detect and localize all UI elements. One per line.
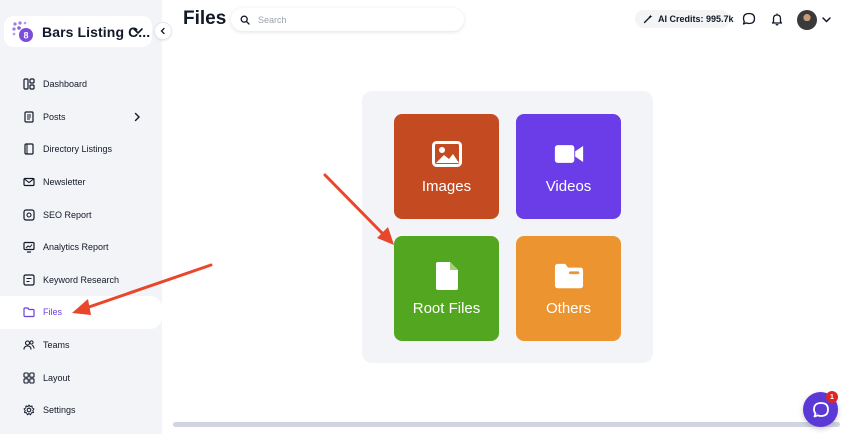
sidebar-nav: Dashboard Posts Directory Listings Newsl… [0,68,162,427]
chevron-down-icon [133,28,143,34]
tile-label: Others [545,299,591,317]
folder-icon [554,261,584,291]
search-input[interactable] [258,14,448,25]
collapse-sidebar-button[interactable] [154,22,172,40]
ai-credits-label: AI Credits: 995.7k [658,14,734,24]
sidebar-item-label: Layout [43,372,71,383]
sidebar-item-label: Dashboard [43,79,88,90]
analytics-icon [22,241,35,254]
document-icon [22,110,35,123]
sidebar-item-files[interactable]: Files [0,296,162,329]
sidebar-item-label: Analytics Report [43,242,109,253]
sidebar-item-layout[interactable]: Layout [0,361,162,394]
chevron-left-icon [160,27,165,35]
image-icon [431,139,462,169]
seo-icon [22,208,35,221]
sidebar-item-teams[interactable]: Teams [0,329,162,362]
svg-text:8: 8 [23,30,28,40]
book-icon [22,143,35,156]
bell-icon[interactable] [770,12,784,26]
dashboard-icon [22,78,35,91]
sidebar-item-label: SEO Report [43,209,92,220]
sidebar-item-label: Files [43,307,63,318]
avatar[interactable] [797,10,817,30]
ai-credits-badge[interactable]: AI Credits: 995.7k [635,10,734,28]
file-icon [432,261,462,291]
sidebar-item-settings[interactable]: Settings [0,394,162,427]
keyword-icon [22,273,35,286]
notification-badge: 1 [826,391,838,403]
sidebar-item-label: Newsletter [43,177,86,188]
videos-tile[interactable]: Videos [516,114,621,219]
search-icon [240,15,250,25]
sidebar-item-analytics-report[interactable]: Analytics Report [0,231,162,264]
tile-label: Videos [545,177,592,195]
users-icon [22,339,35,352]
sidebar-item-keyword-research[interactable]: Keyword Research [0,264,162,297]
sidebar-item-label: Directory Listings [43,144,113,155]
sidebar-item-label: Teams [43,340,70,351]
sidebar: 8 Bars Listing C... Dashboard Posts Dire… [0,0,162,434]
magic-wand-icon [643,14,653,24]
others-tile[interactable]: Others [516,236,621,341]
workspace-switcher[interactable]: 8 Bars Listing C... [4,16,152,47]
chevron-down-icon[interactable] [821,14,832,25]
sidebar-item-newsletter[interactable]: Newsletter [0,166,162,199]
sidebar-item-label: Settings [43,405,76,416]
octopus-logo-icon: 8 [10,19,36,45]
folder-icon [22,306,35,319]
chevron-right-icon [134,112,140,121]
mail-icon [22,176,35,189]
chat-icon[interactable] [742,12,756,26]
tile-label: Images [421,177,472,195]
search-bar[interactable] [231,8,464,31]
sidebar-item-label: Keyword Research [43,274,120,285]
tile-label: Root Files [412,299,481,317]
sidebar-item-posts[interactable]: Posts [0,101,162,134]
root-files-tile[interactable]: Root Files [394,236,499,341]
gear-icon [22,404,35,417]
images-tile[interactable]: Images [394,114,499,219]
sidebar-item-seo-report[interactable]: SEO Report [0,198,162,231]
file-categories-panel: Images Videos Root Files Others [362,91,653,363]
sidebar-item-label: Posts [43,111,66,122]
video-camera-icon [554,139,584,169]
sidebar-item-dashboard[interactable]: Dashboard [0,68,162,101]
layout-icon [22,371,35,384]
page-title: Files [183,8,227,29]
sidebar-item-directory-listings[interactable]: Directory Listings [0,133,162,166]
horizontal-scrollbar[interactable] [173,422,840,427]
chat-bubble-icon [812,401,829,417]
